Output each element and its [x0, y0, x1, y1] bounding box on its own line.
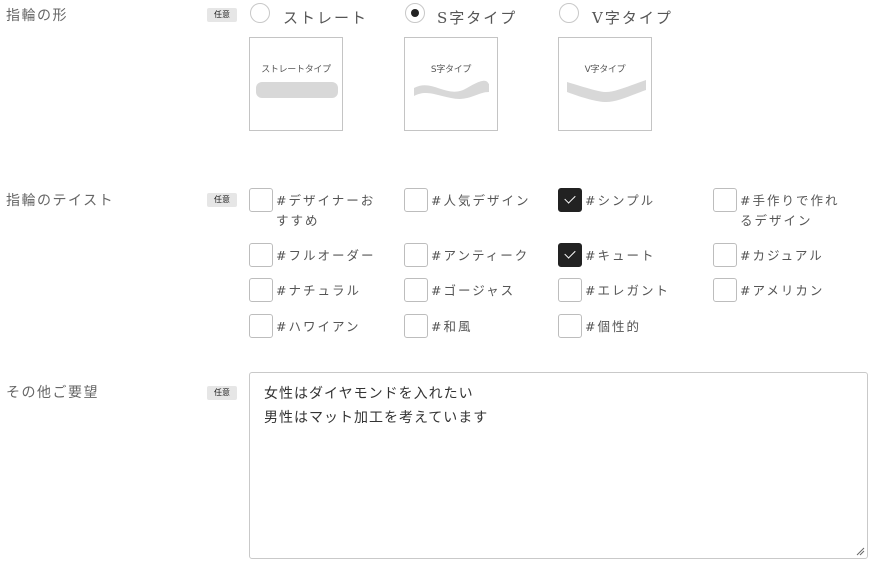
checkbox-american-label[interactable]: #アメリカン	[740, 281, 850, 301]
radio-s-type[interactable]	[405, 3, 425, 23]
checkbox-elegant-label[interactable]: #エレガント	[585, 281, 695, 301]
optional-badge: 任意	[207, 193, 237, 207]
checkbox-popular-design[interactable]	[404, 188, 428, 212]
straight-band-image	[256, 82, 338, 98]
other-requests-textarea[interactable]: 女性はダイヤモンドを入れたい 男性はマット加工を考えています	[249, 372, 868, 559]
checkbox-elegant[interactable]	[558, 278, 582, 302]
radio-s-type-label[interactable]: S字タイプ	[437, 7, 517, 28]
checkbox-japanese-style[interactable]	[404, 314, 428, 338]
checkbox-unique[interactable]	[558, 314, 582, 338]
radio-straight-label[interactable]: ストレート	[283, 7, 368, 28]
checkbox-american[interactable]	[713, 278, 737, 302]
optional-badge: 任意	[207, 8, 237, 22]
checkbox-popular-design-label[interactable]: #人気デザイン	[431, 191, 561, 211]
checkbox-casual-label[interactable]: #カジュアル	[740, 246, 850, 266]
checkbox-natural[interactable]	[249, 278, 273, 302]
textarea-line-2: 男性はマット加工を考えています	[264, 410, 489, 426]
checkbox-antique-label[interactable]: #アンティーク	[431, 246, 541, 266]
ring-taste-label: 指輪のテイスト	[6, 193, 115, 209]
radio-v-type-label[interactable]: V字タイプ	[592, 7, 673, 28]
checkbox-casual[interactable]	[713, 243, 737, 267]
checkbox-hawaiian-label[interactable]: #ハワイアン	[276, 317, 386, 337]
radio-v-type[interactable]	[559, 3, 579, 23]
checkbox-designer-recommend[interactable]	[249, 188, 273, 212]
checkbox-cute-label[interactable]: #キュート	[585, 246, 695, 266]
checkbox-full-order-label[interactable]: #フルオーダー	[276, 246, 386, 266]
checkbox-handmade[interactable]	[713, 188, 737, 212]
textarea-line-1: 女性はダイヤモンドを入れたい	[264, 386, 474, 402]
thumb-v-type[interactable]: V字タイプ	[558, 37, 652, 131]
checkbox-gorgeous-label[interactable]: #ゴージャス	[431, 281, 541, 301]
thumb-s-type[interactable]: S字タイプ	[404, 37, 498, 131]
resize-handle-icon[interactable]	[855, 546, 865, 556]
thumb-straight[interactable]: ストレートタイプ	[249, 37, 343, 131]
checkbox-natural-label[interactable]: #ナチュラル	[276, 281, 386, 301]
other-requests-label: その他ご要望	[6, 385, 99, 401]
s-band-image	[414, 80, 489, 99]
checkbox-hawaiian[interactable]	[249, 314, 273, 338]
ring-shape-label: 指輪の形	[6, 8, 68, 24]
checkbox-antique[interactable]	[404, 243, 428, 267]
radio-straight[interactable]	[250, 3, 270, 23]
checkbox-simple-label[interactable]: #シンプル	[585, 191, 695, 211]
checkbox-gorgeous[interactable]	[404, 278, 428, 302]
checkbox-japanese-style-label[interactable]: #和風	[431, 317, 541, 337]
checkbox-cute[interactable]	[558, 243, 582, 267]
v-band-image	[567, 80, 646, 102]
checkbox-unique-label[interactable]: #個性的	[585, 317, 695, 337]
optional-badge: 任意	[207, 386, 237, 400]
checkbox-full-order[interactable]	[249, 243, 273, 267]
checkbox-simple[interactable]	[558, 188, 582, 212]
checkbox-handmade-label[interactable]: #手作りで作れるデザイン	[740, 191, 850, 231]
checkbox-designer-recommend-label[interactable]: #デザイナーおすすめ	[276, 191, 386, 231]
